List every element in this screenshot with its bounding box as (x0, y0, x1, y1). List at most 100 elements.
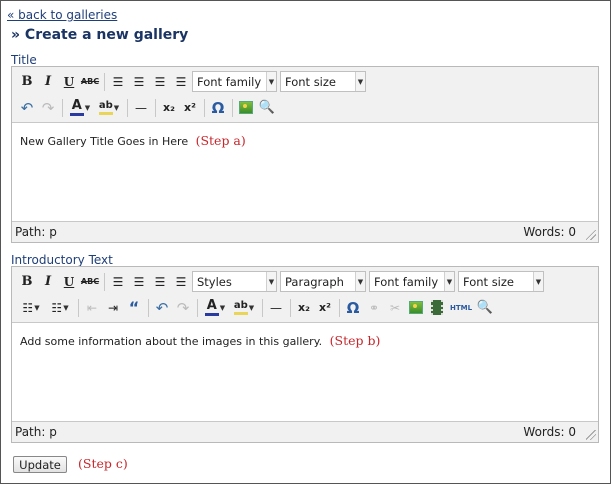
align-right-button[interactable]: ☰ (150, 72, 170, 92)
special-char-button[interactable]: Ω (343, 298, 363, 318)
chevron-down-icon: ▼ (266, 272, 276, 291)
toolbar-separator (262, 298, 263, 317)
font-size-select[interactable]: Font size ▼ (458, 271, 544, 292)
step-c-note: (Step c) (78, 456, 128, 471)
preview-button[interactable]: 🔍 (257, 98, 277, 118)
title-status-bar: Path: p Words: 0 (12, 222, 598, 242)
toolbar-separator (62, 98, 63, 117)
align-right-button[interactable]: ☰ (150, 272, 170, 292)
superscript-button[interactable]: x² (180, 98, 200, 118)
align-left-button[interactable]: ☰ (108, 272, 128, 292)
superscript-button[interactable]: x² (315, 298, 335, 318)
link-icon: ⚭ (368, 300, 380, 315)
strikethrough-button[interactable]: ABC (80, 72, 100, 92)
subscript-icon: x₂ (163, 101, 175, 114)
undo-button[interactable]: ↶ (152, 298, 172, 318)
indent-icon: ⇥ (107, 300, 119, 315)
align-center-button[interactable]: ☰ (129, 72, 149, 92)
unlink-button[interactable]: ✂ (385, 298, 405, 318)
back-to-galleries-link[interactable]: « back to galleries (7, 8, 117, 22)
subscript-button[interactable]: x₂ (294, 298, 314, 318)
font-family-value: Font family (374, 274, 439, 289)
bold-button[interactable]: B (17, 72, 37, 92)
font-size-value: Font size (285, 74, 336, 89)
toolbar-separator (339, 298, 340, 317)
insert-image-button[interactable] (236, 98, 256, 118)
chevron-down-icon: ▼ (444, 272, 454, 291)
horizontal-rule-button[interactable]: — (266, 298, 286, 318)
insert-media-button[interactable] (427, 298, 447, 318)
font-family-select[interactable]: Font family ▼ (369, 271, 455, 292)
step-b-note: (Step b) (329, 333, 381, 348)
chevron-down-icon: ▼ (113, 103, 120, 112)
font-size-select[interactable]: Font size ▼ (280, 71, 366, 92)
image-icon (239, 101, 253, 114)
update-button[interactable]: Update (13, 456, 67, 473)
font-family-select[interactable]: Font family ▼ (192, 71, 277, 92)
redo-button[interactable]: ↷ (38, 98, 58, 118)
align-justify-icon: ☰ (175, 274, 187, 289)
resize-grip-icon[interactable] (586, 230, 596, 240)
subscript-icon: x₂ (298, 301, 310, 314)
toolbar-separator (232, 98, 233, 117)
font-size-value: Font size (463, 274, 514, 289)
indent-button[interactable]: ⇥ (103, 298, 123, 318)
numbered-list-button[interactable]: ☷ ▼ (46, 298, 74, 318)
special-char-button[interactable]: Ω (208, 98, 228, 118)
font-color-button[interactable]: A ▼ (201, 298, 229, 318)
highlight-icon: ab (233, 300, 248, 315)
intro-path: Path: p (15, 425, 57, 439)
align-justify-button[interactable]: ☰ (171, 72, 191, 92)
title-label: Title (11, 53, 37, 67)
align-left-button[interactable]: ☰ (108, 72, 128, 92)
styles-value: Styles (197, 274, 232, 289)
intro-status-bar: Path: p Words: 0 (12, 422, 598, 442)
bold-button[interactable]: B (17, 272, 37, 292)
highlight-color-button[interactable]: ab ▼ (95, 98, 123, 118)
chevron-down-icon: ▼ (63, 303, 69, 312)
align-center-button[interactable]: ☰ (129, 272, 149, 292)
styles-select[interactable]: Styles ▼ (192, 271, 277, 292)
underline-button[interactable]: U (59, 72, 79, 92)
align-justify-button[interactable]: ☰ (171, 272, 191, 292)
bullet-list-icon: ☷ (22, 300, 34, 315)
format-select[interactable]: Paragraph ▼ (280, 271, 366, 292)
title-toolbar-row-2: ↶ ↷ A ▼ ab ▼ — x₂ x² Ω 🔍 (12, 95, 598, 120)
font-family-value: Font family (197, 74, 262, 89)
subscript-button[interactable]: x₂ (159, 98, 179, 118)
strikethrough-button[interactable]: ABC (80, 272, 100, 292)
horizontal-rule-icon: — (135, 100, 147, 115)
preview-button[interactable]: 🔍 (475, 298, 495, 318)
font-color-button[interactable]: A ▼ (66, 98, 94, 118)
intro-content-area[interactable]: Add some information about the images in… (12, 322, 598, 422)
font-color-icon: A (69, 99, 84, 116)
chevron-down-icon: ▼ (266, 72, 276, 91)
insert-image-button[interactable] (406, 298, 426, 318)
toolbar-separator (127, 98, 128, 117)
toolbar-separator (197, 298, 198, 317)
chevron-down-icon: ▼ (219, 303, 226, 312)
underline-button[interactable]: U (59, 272, 79, 292)
horizontal-rule-button[interactable]: — (131, 98, 151, 118)
page-title: » Create a new gallery (11, 27, 189, 43)
highlight-color-button[interactable]: ab ▼ (230, 298, 258, 318)
html-source-button[interactable]: HTML (448, 298, 474, 318)
bullet-list-button[interactable]: ☷ ▼ (17, 298, 45, 318)
align-center-icon: ☰ (133, 74, 145, 89)
align-center-icon: ☰ (133, 274, 145, 289)
outdent-button[interactable]: ⇤ (82, 298, 102, 318)
undo-button[interactable]: ↶ (17, 98, 37, 118)
image-icon (409, 301, 423, 314)
chevron-down-icon: ▼ (248, 303, 255, 312)
italic-button[interactable]: I (38, 272, 58, 292)
toolbar-separator (104, 72, 105, 91)
resize-grip-icon[interactable] (586, 430, 596, 440)
insert-link-button[interactable]: ⚭ (364, 298, 384, 318)
title-toolbar-row-1: B I U ABC ☰ ☰ ☰ ☰ Font family ▼ Font siz… (12, 69, 598, 94)
redo-button[interactable]: ↷ (173, 298, 193, 318)
title-content-area[interactable]: New Gallery Title Goes in Here (Step a) (12, 122, 598, 222)
blockquote-button[interactable]: “ (124, 298, 144, 318)
italic-button[interactable]: I (38, 72, 58, 92)
align-right-icon: ☰ (154, 74, 166, 89)
title-word-count: Words: 0 (523, 225, 576, 239)
